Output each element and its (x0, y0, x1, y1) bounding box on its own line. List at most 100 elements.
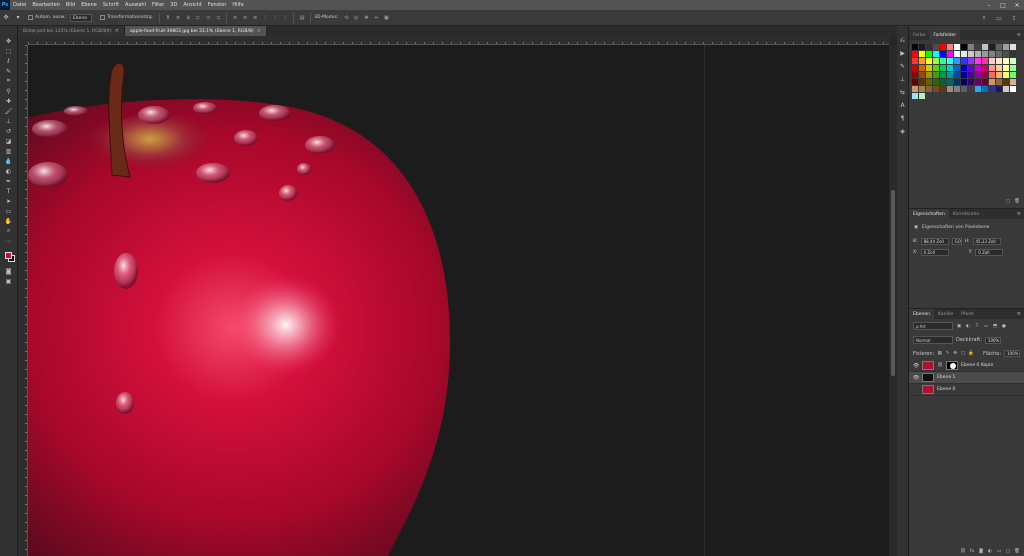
lock-position-icon[interactable]: ✥ (953, 351, 958, 357)
menu-bild[interactable]: Bild (63, 2, 78, 8)
color-swatch[interactable] (961, 44, 967, 50)
adjust-icon[interactable]: ⇆ (896, 86, 910, 99)
menu-bearbeiten[interactable]: Bearbeiten (29, 2, 62, 8)
color-swatch[interactable] (912, 51, 918, 57)
tab-eigenschaften[interactable]: Eigenschaften (909, 209, 949, 219)
scrollbar-thumb[interactable] (891, 190, 895, 376)
gradient-tool-icon[interactable]: ▥ (2, 146, 16, 156)
auto-align-icon[interactable]: ▤ (298, 14, 306, 22)
color-swatch[interactable] (926, 58, 932, 64)
character-icon[interactable]: A (896, 99, 910, 112)
auto-select-dropdown[interactable]: Ebene (69, 13, 92, 22)
fill-field[interactable]: 100% (1004, 350, 1021, 357)
filter-toggle-icon[interactable]: ● (1001, 323, 1007, 329)
color-swatch[interactable] (954, 79, 960, 85)
color-swatch[interactable] (989, 44, 995, 50)
color-swatch[interactable] (933, 58, 939, 64)
document-canvas[interactable] (28, 45, 889, 556)
clone-source-icon[interactable]: ⊥ (896, 73, 910, 86)
color-swatch[interactable] (933, 86, 939, 92)
distribute-left-icon[interactable]: ⦙ (261, 14, 269, 22)
tab-farbe[interactable]: Farbe (909, 30, 929, 40)
color-swatch[interactable] (1010, 86, 1016, 92)
photoshop-logo-icon[interactable]: Ps (0, 0, 10, 10)
color-swatch[interactable] (982, 58, 988, 64)
chain-link-icon[interactable]: ⛓ (937, 363, 943, 369)
filter-pixel-icon[interactable]: ▣ (956, 323, 962, 329)
lock-icon[interactable]: 🔒 (968, 351, 974, 357)
align-vcenter-icon[interactable]: ≡ (174, 14, 182, 22)
color-swatch[interactable] (989, 65, 995, 71)
color-swatch[interactable] (989, 79, 995, 85)
3d-slide-icon[interactable]: ⇔ (372, 14, 380, 22)
color-swatch[interactable] (961, 51, 967, 57)
lock-pixels-icon[interactable]: ▦ (937, 351, 942, 357)
color-swatch[interactable] (933, 44, 939, 50)
color-swatch[interactable] (912, 44, 918, 50)
crop-tool-icon[interactable]: ⌗ (2, 76, 16, 86)
move-tool-icon[interactable]: ✥ (1, 13, 11, 23)
distribute-right-icon[interactable]: ⦙ (281, 14, 289, 22)
color-swatch[interactable] (1010, 72, 1016, 78)
align-hcenter-icon[interactable]: ⊐ (204, 14, 212, 22)
color-swatch[interactable] (926, 65, 932, 71)
add-mask-icon[interactable]: ◙ (978, 548, 984, 554)
color-swatch[interactable] (982, 44, 988, 50)
color-swatch[interactable] (954, 86, 960, 92)
color-swatch[interactable] (982, 51, 988, 57)
color-swatch[interactable] (912, 86, 918, 92)
lock-paint-icon[interactable]: ✎ (945, 351, 950, 357)
color-swatch[interactable] (926, 86, 932, 92)
menu-schrift[interactable]: Schrift (100, 2, 122, 8)
distribute-vcenter-icon[interactable]: ≡ (241, 14, 249, 22)
color-swatch[interactable] (912, 79, 918, 85)
color-swatch[interactable] (947, 72, 953, 78)
distribute-bottom-icon[interactable]: ≡ (251, 14, 259, 22)
color-swatch[interactable] (933, 72, 939, 78)
color-swatch[interactable] (975, 51, 981, 57)
color-swatch[interactable] (933, 65, 939, 71)
color-swatch[interactable] (947, 65, 953, 71)
layer-mask-thumbnail[interactable] (946, 361, 958, 370)
tab-ebenen[interactable]: Ebenen (909, 309, 934, 319)
color-swatch[interactable] (933, 79, 939, 85)
eraser-tool-icon[interactable]: ◪ (2, 136, 16, 146)
color-swatch[interactable] (996, 65, 1002, 71)
screen-mode-icon[interactable]: ▣ (2, 276, 16, 286)
color-swatch[interactable] (1010, 44, 1016, 50)
link-layers-icon[interactable]: ⛓ (960, 548, 966, 554)
minimize-button[interactable]: – (982, 0, 996, 10)
filter-type-icon[interactable]: T (974, 323, 980, 329)
visibility-eye-icon[interactable]: 👁 (913, 375, 919, 381)
color-swatch[interactable] (912, 93, 918, 99)
color-swatch[interactable] (1003, 72, 1009, 78)
3d-roll-icon[interactable]: ◎ (352, 14, 360, 22)
doc-tab-apple[interactable]: apple-food-fruit-39803.jpg bei 33,1% (Eb… (124, 26, 267, 36)
panel-menu-icon[interactable]: ≡ (1017, 30, 1024, 40)
tab-pfade[interactable]: Pfade (957, 309, 978, 319)
distribute-top-icon[interactable]: ≡ (231, 14, 239, 22)
dodge-tool-icon[interactable]: ◐ (2, 166, 16, 176)
transform-controls-checkbox[interactable] (99, 15, 105, 20)
color-swatch[interactable] (912, 65, 918, 71)
path-selection-tool-icon[interactable]: ➤ (2, 196, 16, 206)
color-swatch[interactable] (1003, 65, 1009, 71)
color-swatch[interactable] (926, 72, 932, 78)
filter-smart-icon[interactable]: ⬒ (992, 323, 998, 329)
tab-farbfelder[interactable]: Farbfelder (929, 30, 961, 40)
actions-icon[interactable]: ▶ (896, 47, 910, 60)
color-swatch[interactable] (926, 79, 932, 85)
close-icon[interactable]: × (257, 28, 261, 34)
panel-menu-icon[interactable]: ≡ (1017, 309, 1024, 319)
quick-select-tool-icon[interactable]: ✎ (2, 66, 16, 76)
width-field[interactable]: 88,44 Zoll (920, 238, 949, 245)
color-swatch[interactable] (1003, 58, 1009, 64)
color-swatch[interactable] (996, 72, 1002, 78)
color-swatch[interactable] (968, 79, 974, 85)
layer-filter-dropdown[interactable]: ρ Art (913, 322, 953, 330)
3d-pan-icon[interactable]: ✥ (362, 14, 370, 22)
color-swatch[interactable] (940, 65, 946, 71)
link-toggle[interactable]: GO (951, 238, 962, 245)
x-field[interactable]: 0 Zoll (920, 249, 949, 256)
tab-korrekturen[interactable]: Korrekturen (949, 209, 983, 219)
